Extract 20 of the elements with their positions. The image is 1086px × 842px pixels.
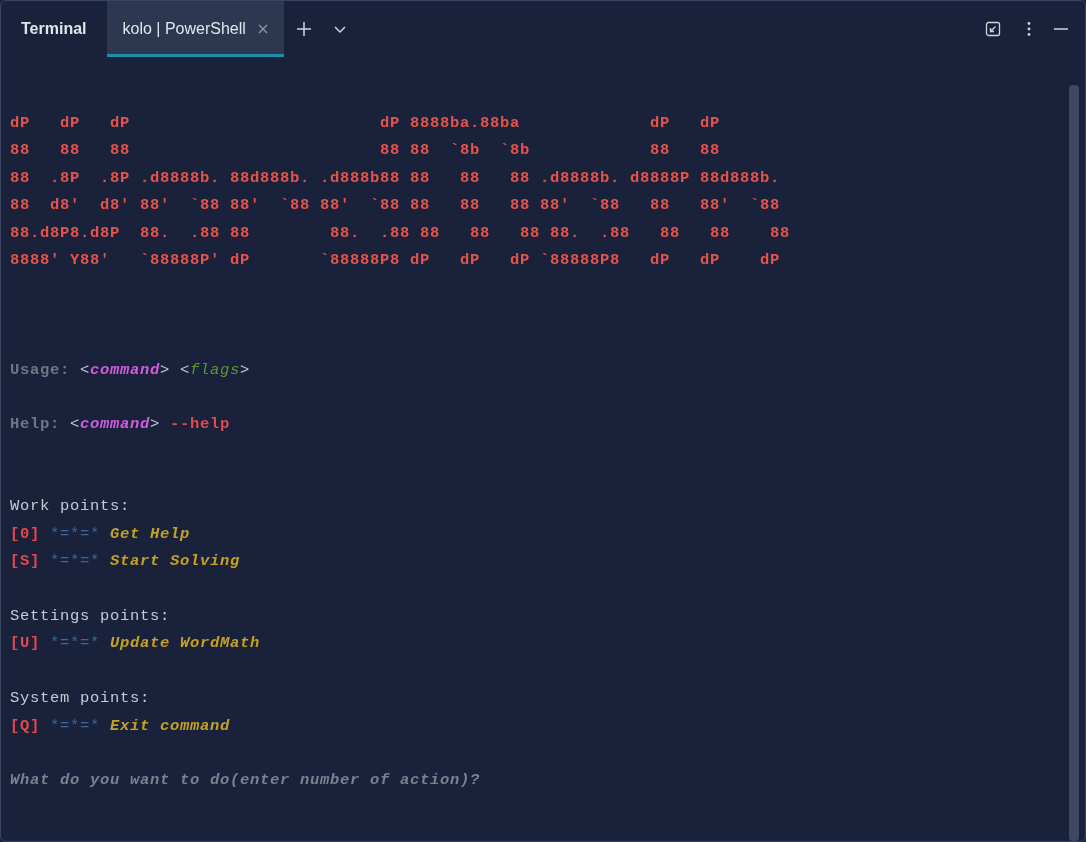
terminal-line: Usage: <command> <flags>: [10, 359, 252, 381]
terminal-line: Settings points:: [10, 606, 172, 628]
terminal-line: [Q] *=*=* Exit command: [10, 715, 232, 737]
terminal-line: Work points:: [10, 496, 132, 518]
terminal-line: System points:: [10, 688, 152, 710]
terminal-line: dP dP dP dP 8888ba.88ba dP dP: [10, 113, 722, 134]
terminal-line: 88 d8' d8' 88' `88 88' `88 88' `88 88 88 88 88' `88 88 88' `88: [10, 195, 782, 217]
terminal-line: [S] *=*=* Start Solving: [10, 551, 242, 573]
terminal-line: What do you want to do(enter number of action)?: [10, 770, 482, 792]
terminal-line: Help: <command> --help: [10, 414, 232, 436]
terminal-line: [U] *=*=* Update WordMath: [10, 633, 262, 655]
terminal-line: [0] *=*=* Get Help: [10, 523, 192, 545]
terminal-line: 88 .8P .8P .d8888b. 88d888b. .d888b88 88 88 88 .d8888b. d8888P 88d888b.: [10, 167, 782, 189]
terminal-line: 8888' Y88' `88888P' dP `88888P8 dP dP dP `88888P8 dP dP dP: [10, 249, 782, 271]
terminal-line: 88 88 88 88 88 `8b `8b 88 88: [10, 140, 722, 162]
panel-title: Terminal: [21, 19, 87, 39]
scrollbar[interactable]: [1069, 85, 1079, 841]
close-icon[interactable]: [257, 24, 268, 34]
terminal-line: 88.d8P8.d8P 88. .88 88 88. .88 88 88 88 88. .88 88 88 88: [10, 222, 792, 244]
terminal-tab[interactable]: kolo | PowerShell: [106, 1, 284, 57]
